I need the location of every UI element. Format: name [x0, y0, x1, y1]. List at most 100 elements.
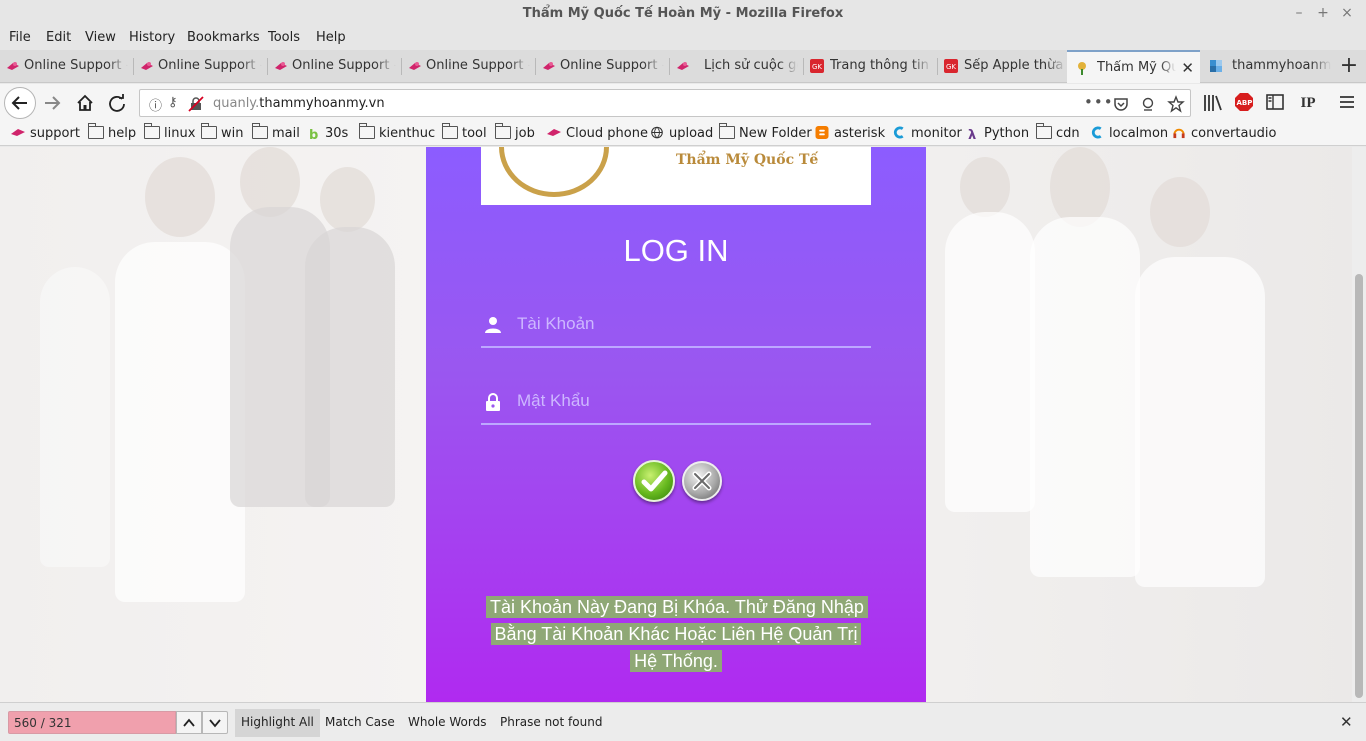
folder-icon: [441, 123, 458, 139]
lambda-icon: λ: [968, 128, 977, 143]
page-scrollbar[interactable]: [1352, 147, 1366, 702]
submit-login-button[interactable]: [633, 460, 675, 502]
cancel-login-button[interactable]: [682, 461, 722, 501]
bookmark-kienthuc[interactable]: kienthuc: [358, 123, 435, 141]
tab-online-support-5[interactable]: Online Support -: [536, 50, 670, 83]
tab-apple-news[interactable]: GK Sếp Apple thừa n: [938, 50, 1072, 83]
library-icon[interactable]: [1203, 94, 1223, 112]
close-find-bar-icon[interactable]: ✕: [1340, 713, 1353, 731]
scrollbar-thumb[interactable]: [1355, 274, 1363, 698]
tab-online-support-3[interactable]: Online Support -: [268, 50, 402, 83]
site-icon: [547, 129, 561, 136]
bookmark-monitor[interactable]: monitor: [891, 126, 962, 141]
bookmark-cdn[interactable]: cdn: [1035, 123, 1080, 141]
address-bar[interactable]: ⓘ ⚷ quanly.thammyhoanmy.vn •••: [139, 89, 1191, 117]
account-locked-message: Tài Khoản Này Đang Bị Khóa. Thử Đăng Nhậ…: [486, 594, 868, 675]
svg-text:ABP: ABP: [1237, 99, 1253, 107]
bookmark-win[interactable]: win: [200, 123, 243, 141]
menu-tools[interactable]: Tools: [268, 30, 300, 45]
bookmark-upload[interactable]: upload: [649, 126, 713, 141]
folder-icon: [143, 123, 160, 139]
close-tab-icon[interactable]: ✕: [1181, 59, 1194, 77]
folder-icon: [251, 123, 268, 139]
menu-bookmarks[interactable]: Bookmarks: [187, 30, 260, 45]
forward-arrow-icon[interactable]: [42, 93, 62, 113]
tab-info-page[interactable]: GK Trang thông tin c: [804, 50, 938, 83]
match-case-toggle[interactable]: Match Case: [319, 709, 401, 737]
tab-thammyhoanmy[interactable]: thammyhoanmy: [1203, 50, 1337, 83]
folder-icon: [200, 123, 217, 139]
title-bar: Thẩm Mỹ Quốc Tế Hoàn Mỹ - Mozilla Firefo…: [0, 0, 1366, 28]
sidebar-icon[interactable]: [1266, 94, 1284, 110]
bookmarks-bar: support help linux win mail b 30s kienthu…: [0, 122, 1366, 146]
checkmark-icon: [641, 470, 668, 492]
window-title: Thẩm Mỹ Quốc Tế Hoàn Mỹ - Mozilla Firefo…: [522, 6, 844, 21]
ip-icon[interactable]: IP: [1298, 93, 1318, 113]
menu-edit[interactable]: Edit: [46, 30, 71, 45]
folder-icon: [358, 123, 375, 139]
tab-call-history[interactable]: Lịch sử cuộc gọ: [670, 50, 804, 83]
folder-icon: [1035, 123, 1052, 139]
find-input[interactable]: [9, 712, 175, 733]
highlight-all-toggle[interactable]: Highlight All: [235, 709, 320, 737]
news-icon: GK: [944, 59, 958, 73]
new-tab-button[interactable]: +: [1336, 54, 1362, 80]
tab-online-support-2[interactable]: Online Support -: [134, 50, 268, 83]
home-icon[interactable]: [75, 93, 95, 113]
bookmark-new-folder[interactable]: New Folder: [718, 123, 812, 141]
headphones-icon: [1173, 128, 1185, 139]
c-icon: [893, 126, 904, 139]
whole-words-toggle[interactable]: Whole Words: [402, 709, 492, 737]
adblock-icon[interactable]: ABP: [1235, 93, 1253, 111]
pocket-icon[interactable]: [1113, 96, 1129, 112]
close-window-icon[interactable]: ×: [1338, 4, 1356, 22]
bookmark-convertaudio[interactable]: convertaudio: [1171, 126, 1277, 141]
folder-icon: [494, 123, 511, 139]
flower-icon: [1078, 62, 1086, 75]
username-input[interactable]: [517, 311, 857, 337]
tab-tham-my-active[interactable]: Thẩm Mỹ Quố ✕: [1067, 50, 1200, 83]
bookmark-tool[interactable]: tool: [441, 123, 487, 141]
menu-file[interactable]: File: [9, 30, 31, 45]
insecure-lock-icon[interactable]: [188, 96, 204, 112]
folder-icon: [87, 123, 104, 139]
menu-icon[interactable]: [1338, 94, 1356, 110]
password-input[interactable]: [517, 388, 857, 414]
reload-icon[interactable]: [107, 93, 127, 113]
bookmark-support[interactable]: support: [10, 126, 80, 141]
chevron-up-icon: [183, 718, 195, 727]
bookmark-job[interactable]: job: [494, 123, 535, 141]
bookmark-help[interactable]: help: [87, 123, 136, 141]
bookmark-mail[interactable]: mail: [251, 123, 300, 141]
site-icon: [141, 62, 153, 70]
bookmark-python[interactable]: λ Python: [968, 126, 1029, 143]
key-icon[interactable]: ⚷: [168, 95, 178, 110]
menu-history[interactable]: History: [129, 30, 175, 45]
menu-help[interactable]: Help: [316, 30, 346, 45]
find-next-button[interactable]: [202, 711, 228, 734]
bookmark-30s[interactable]: b 30s: [309, 126, 348, 143]
menu-view[interactable]: View: [85, 30, 116, 45]
navigation-bar: ⓘ ⚷ quanly.thammyhoanmy.vn ••• ABP IP: [0, 84, 1366, 122]
password-field: [481, 377, 871, 425]
find-previous-button[interactable]: [176, 711, 202, 734]
tab-online-support-4[interactable]: Online Support -: [402, 50, 536, 83]
page-actions-icon[interactable]: •••: [1084, 93, 1114, 111]
back-button[interactable]: [4, 87, 36, 119]
blogger-icon: [815, 126, 829, 139]
user-icon: [485, 317, 501, 333]
bookmark-cloud-phone[interactable]: Cloud phone: [546, 126, 648, 141]
minimize-icon[interactable]: –: [1290, 4, 1308, 22]
info-icon[interactable]: ⓘ: [149, 95, 162, 114]
site-icon: [543, 62, 555, 70]
maximize-icon[interactable]: +: [1314, 4, 1332, 22]
tab-online-support-1[interactable]: Online Support -: [0, 50, 134, 83]
bookmark-localmon[interactable]: localmon: [1089, 126, 1168, 141]
back-arrow-icon: [11, 96, 27, 110]
bookmark-linux[interactable]: linux: [143, 123, 195, 141]
bookmark-star-icon[interactable]: [1167, 95, 1185, 113]
reader-icon[interactable]: [1140, 96, 1156, 112]
page-content: Thẩm Mỹ Quốc Tế LOG IN Tài Khoản Này Đan…: [0, 147, 1352, 702]
bookmark-asterisk[interactable]: asterisk: [814, 126, 885, 141]
url-text[interactable]: quanly.thammyhoanmy.vn: [213, 96, 385, 111]
